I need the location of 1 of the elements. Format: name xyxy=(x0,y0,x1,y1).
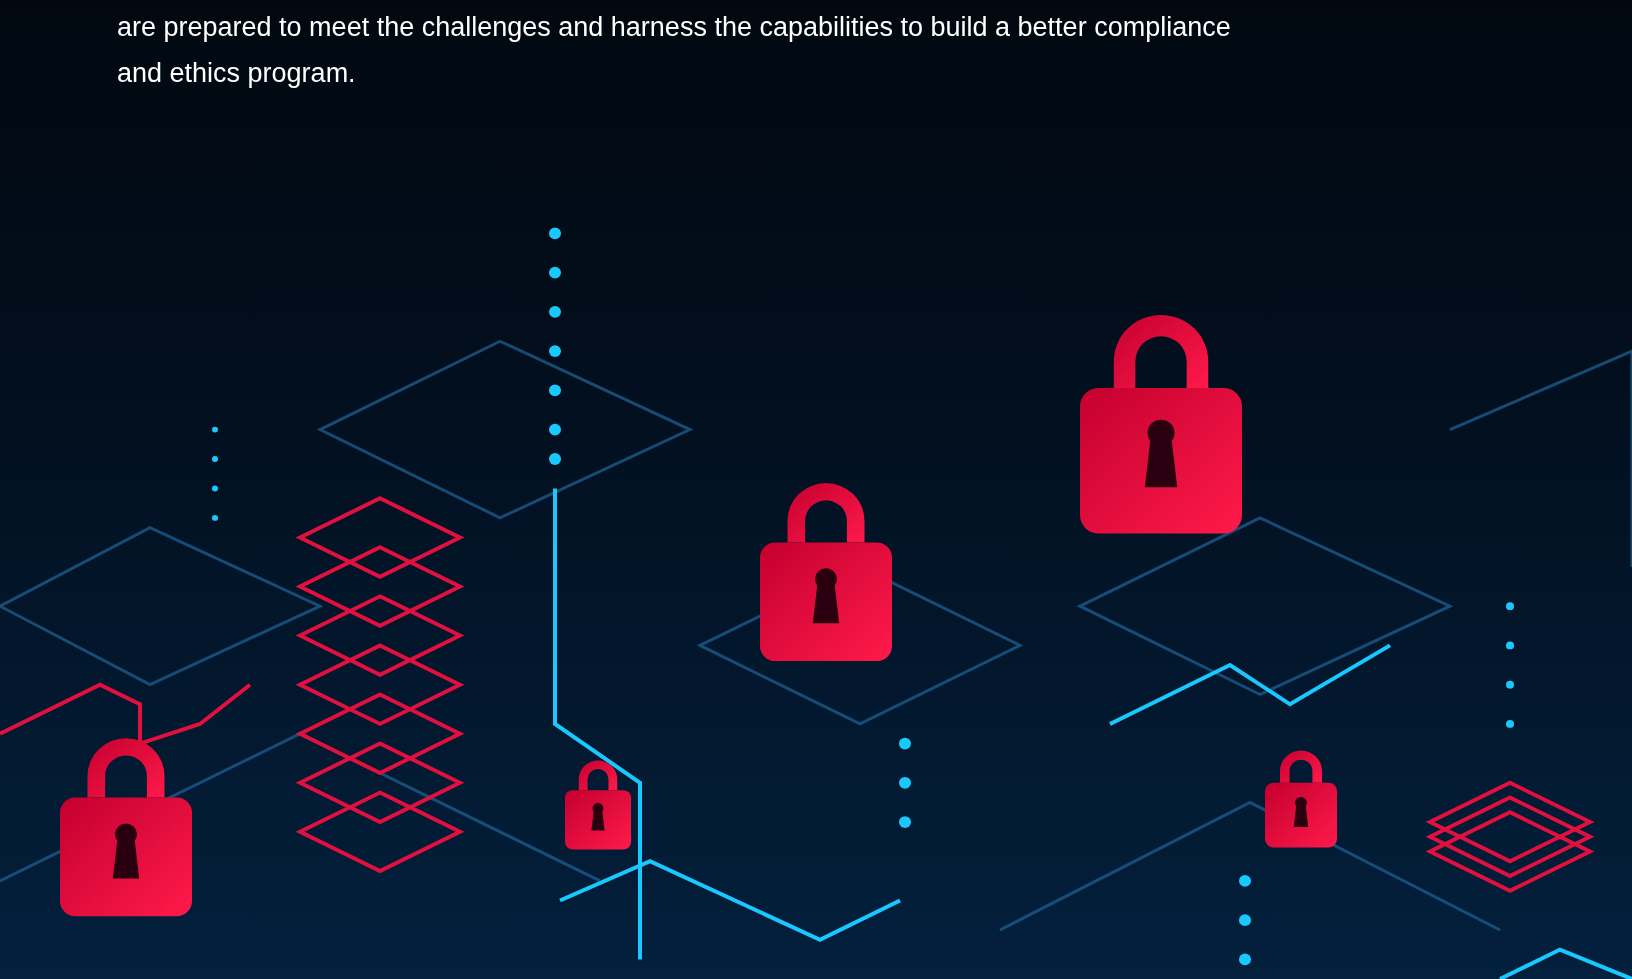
intro-paragraph: are prepared to meet the challenges and harness the capabilities to build a better compliance and ethics program. xyxy=(117,11,1232,90)
